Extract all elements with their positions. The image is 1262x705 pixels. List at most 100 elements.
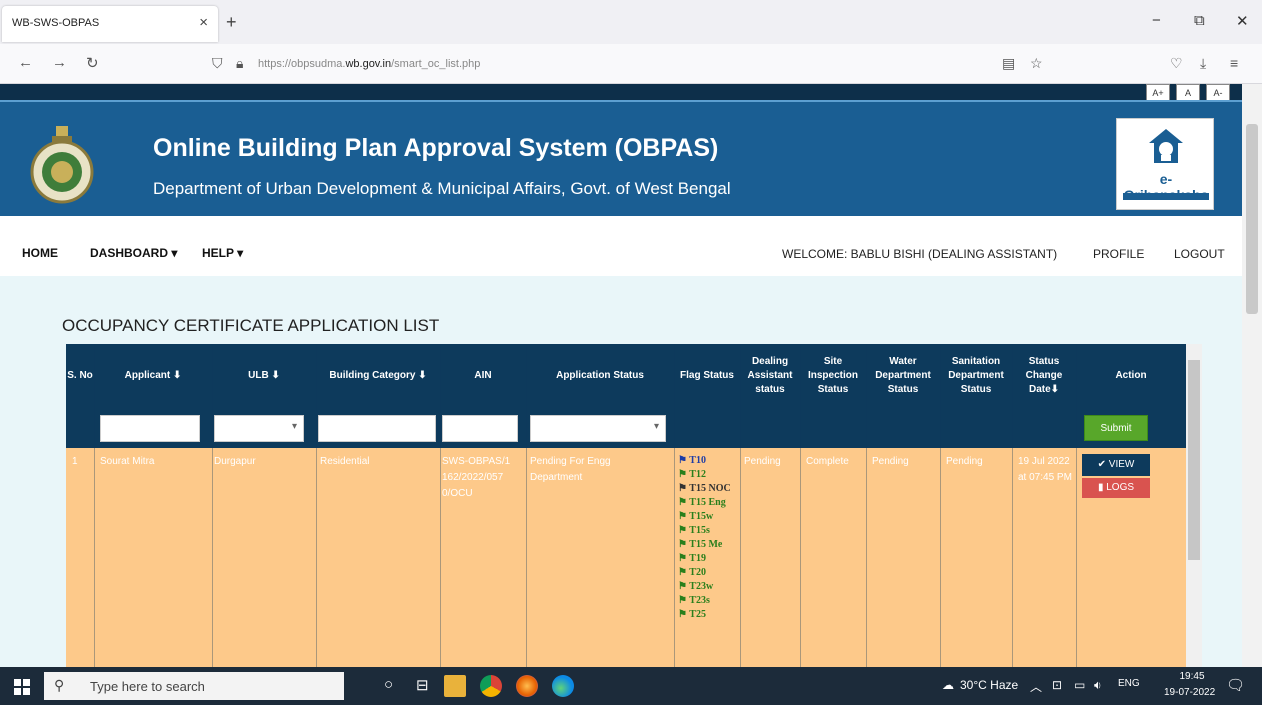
flag-t12[interactable]: ⚑ T12: [678, 468, 738, 482]
view-button[interactable]: ✔ VIEW: [1082, 454, 1150, 476]
page-scrollbar-thumb[interactable]: [1246, 124, 1258, 314]
flag-t15w[interactable]: ⚑ T15w: [678, 510, 738, 524]
search-placeholder: Type here to search: [90, 679, 205, 694]
taskbar-search[interactable]: ⚲ Type here to search: [44, 672, 344, 700]
minimize-button[interactable]: −: [1152, 12, 1161, 29]
flag-t15-noc[interactable]: ⚑ T15 NOC: [678, 482, 738, 496]
col-dealing-status: Dealing Assistant status: [747, 356, 793, 395]
flag-t10[interactable]: ⚑ T10: [678, 454, 738, 468]
cell-category: Residential: [320, 456, 370, 467]
col-building-category[interactable]: Building Category ⬇: [316, 344, 440, 408]
cell-ain[interactable]: SWS-OBPAS/1 162/2022/057 0/OCU: [442, 454, 522, 502]
welcome-text: WELCOME: BABLU BISHI (DEALING ASSISTANT): [782, 247, 1058, 261]
notification-icon[interactable]: 🗨︎: [1226, 676, 1245, 694]
weather-text[interactable]: 30°C Haze: [960, 678, 1018, 692]
table-scrollbar[interactable]: [1186, 344, 1202, 667]
flag-t23s[interactable]: ⚑ T23s: [678, 594, 738, 608]
back-icon[interactable]: ←: [18, 54, 33, 71]
url-prefix: https://obpsudma.: [258, 58, 346, 70]
flag-t19[interactable]: ⚑ T19: [678, 552, 738, 566]
col-action: Action: [1115, 370, 1147, 381]
tab-close-icon[interactable]: ×: [199, 14, 208, 31]
close-window-button[interactable]: ✕: [1236, 12, 1249, 30]
cell-app-status: Pending For Engg Department: [530, 456, 611, 483]
col-divider: [526, 344, 527, 667]
reader-view-icon[interactable]: ▤: [1002, 55, 1015, 72]
new-tab-button[interactable]: +: [226, 12, 237, 33]
tray-chevron-icon[interactable]: ︿: [1030, 678, 1042, 695]
downloads-icon[interactable]: ⤓: [1200, 55, 1206, 72]
weather-icon[interactable]: ☁: [942, 678, 954, 692]
battery-icon[interactable]: ▭: [1074, 678, 1085, 692]
flag-t20[interactable]: ⚑ T20: [678, 566, 738, 580]
flag-t15-me[interactable]: ⚑ T15 Me: [678, 538, 738, 552]
col-divider: [940, 344, 941, 667]
col-applicant[interactable]: Applicant ⬇: [94, 344, 212, 408]
forward-icon[interactable]: →: [52, 54, 67, 71]
col-sno: S. No: [67, 370, 93, 381]
shield-icon[interactable]: ⛉: [212, 55, 223, 72]
menu-logout[interactable]: LOGOUT: [1174, 247, 1225, 261]
task-view-icon[interactable]: ⊟: [416, 676, 429, 694]
col-ulb[interactable]: ULB ⬇: [212, 344, 316, 408]
chrome-icon[interactable]: [480, 675, 502, 697]
maximize-button[interactable]: ⧉: [1194, 12, 1205, 29]
cell-ulb: Durgapur: [214, 456, 256, 467]
url-bar[interactable]: https://obpsudma.wb.gov.in/smart_oc_list…: [258, 58, 480, 70]
menu-home[interactable]: HOME: [22, 246, 58, 260]
flag-t15s[interactable]: ⚑ T15s: [678, 524, 738, 538]
edge-icon[interactable]: [552, 675, 574, 697]
table-header: S. No Applicant ⬇ ULB ⬇ Building Categor…: [66, 344, 1186, 408]
cell-site-status: Complete: [806, 456, 849, 467]
reload-icon[interactable]: ↻: [86, 54, 99, 72]
col-status-change-date[interactable]: Status Change Date⬇: [1012, 344, 1076, 408]
col-divider: [674, 344, 675, 667]
filter-category-input[interactable]: [318, 415, 436, 442]
search-icon: ⚲: [54, 677, 65, 693]
menu-icon[interactable]: ≡: [1230, 55, 1238, 71]
url-domain: wb.gov.in: [345, 58, 392, 70]
menu-help[interactable]: HELP ▾: [202, 246, 243, 260]
web-page: A+ A A- Online Building Plan Approval Sy…: [0, 84, 1242, 667]
pocket-icon[interactable]: ♡: [1170, 55, 1183, 72]
clock-date[interactable]: 19-07-2022: [1164, 687, 1215, 698]
menu-profile[interactable]: PROFILE: [1093, 247, 1144, 261]
header-banner: Online Building Plan Approval System (OB…: [0, 100, 1242, 216]
top-strip: A+ A A-: [0, 84, 1242, 102]
browser-navbar: ← → ↻ ⛉ 🔒︎ https://obpsudma.wb.gov.in/sm…: [0, 44, 1262, 84]
table-scrollbar-thumb[interactable]: [1188, 360, 1200, 560]
col-sanitation-status: Sanitation Department Status: [948, 356, 1004, 395]
col-divider: [316, 344, 317, 667]
table-row: 1 Sourat Mitra Durgapur Residential SWS-…: [66, 448, 1186, 667]
list-title: OCCUPANCY CERTIFICATE APPLICATION LIST: [62, 316, 440, 335]
windows-taskbar: ⚲ Type here to search ○ ⊟ ☁ 30°C Haze ︿ …: [0, 667, 1262, 705]
filter-applicant-input[interactable]: [100, 415, 200, 442]
flag-t15-eng[interactable]: ⚑ T15 Eng: [678, 496, 738, 510]
volume-icon[interactable]: 🔉︎: [1094, 678, 1102, 693]
network-icon[interactable]: ⊡: [1052, 678, 1062, 692]
page-subtitle: Department of Urban Development & Munici…: [153, 179, 731, 198]
windows-start-icon[interactable]: [14, 679, 30, 695]
cortana-icon[interactable]: ○: [384, 676, 393, 693]
flag-t23w[interactable]: ⚑ T23w: [678, 580, 738, 594]
filter-row: [66, 408, 1186, 448]
page-title: Online Building Plan Approval System (OB…: [153, 134, 719, 162]
col-ain: AIN: [474, 370, 492, 381]
filter-status-select[interactable]: [530, 415, 666, 442]
submit-button[interactable]: Submit: [1084, 415, 1148, 441]
firefox-icon[interactable]: [516, 675, 538, 697]
page-scrollbar[interactable]: [1242, 84, 1262, 667]
url-path: /smart_oc_list.php: [391, 58, 481, 70]
file-explorer-icon[interactable]: [444, 675, 466, 697]
flag-t25[interactable]: ⚑ T25: [678, 608, 738, 622]
logs-button[interactable]: ▮ LOGS: [1082, 478, 1150, 498]
lock-icon[interactable]: 🔒︎: [236, 55, 243, 72]
browser-tab[interactable]: WB-SWS-OBPAS ×: [2, 6, 218, 42]
clock-time[interactable]: 19:45: [1170, 671, 1214, 682]
language-indicator[interactable]: ENG: [1118, 678, 1140, 689]
col-flag-status: Flag Status: [680, 370, 734, 381]
filter-ain-input[interactable]: [442, 415, 518, 442]
menu-dashboard[interactable]: DASHBOARD ▾: [90, 246, 177, 260]
filter-ulb-select[interactable]: [214, 415, 304, 442]
bookmark-star-icon[interactable]: ☆: [1030, 55, 1043, 72]
